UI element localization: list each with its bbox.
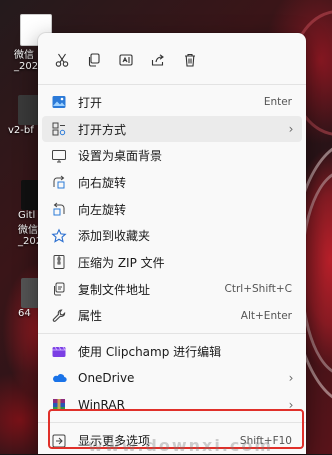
rename-button[interactable]: [110, 44, 142, 76]
menu-item-label: 使用 Clipchamp 进行编辑: [78, 345, 222, 360]
menu-item-label: 属性: [78, 309, 103, 324]
menu-item-label: 打开方式: [78, 122, 127, 137]
menu-item-rotate-left[interactable]: 向左旋转: [42, 196, 302, 223]
open-with-icon: [50, 120, 68, 138]
menu-item-label: 设置为桌面背景: [78, 149, 163, 164]
copy-button[interactable]: [78, 44, 110, 76]
share-icon: [151, 54, 164, 66]
copy-icon: [88, 53, 100, 67]
menu-item-open[interactable]: 打开 Enter: [42, 89, 302, 116]
menu-item-add-to-favorites[interactable]: 添加到收藏夹: [42, 222, 302, 249]
context-menu: 打开 Enter 打开方式 › 设置为桌面背景 向右旋转 向左旋转 添加到收藏夹: [38, 33, 306, 454]
delete-button[interactable]: [174, 44, 206, 76]
menu-item-properties[interactable]: 属性 Alt+Enter: [42, 303, 302, 330]
menu-item-label: 向左旋转: [78, 202, 127, 217]
menu-item-label: 打开: [78, 95, 103, 110]
menu-item-compress-zip[interactable]: 压缩为 ZIP 文件: [42, 249, 302, 276]
menu-item-label: OneDrive: [78, 371, 135, 386]
wrench-icon: [50, 307, 68, 325]
menu-item-label: 压缩为 ZIP 文件: [78, 255, 165, 270]
menu-item-label: 向右旋转: [78, 175, 127, 190]
context-menu-toolbar: [38, 40, 306, 80]
clipchamp-icon: [50, 343, 68, 361]
star-icon: [50, 227, 68, 245]
menu-item-set-desktop-background[interactable]: 设置为桌面背景: [42, 142, 302, 169]
chevron-right-icon: ›: [288, 122, 294, 137]
scissors-icon: [55, 53, 69, 67]
rename-icon: [119, 54, 133, 66]
menu-item-copy-path[interactable]: 复制文件地址 Ctrl+Shift+C: [42, 276, 302, 303]
menu-item-label: 添加到收藏夹: [78, 229, 151, 244]
cut-button[interactable]: [46, 44, 78, 76]
onedrive-icon: [50, 369, 68, 387]
rotate-left-icon: [50, 200, 68, 218]
chevron-right-icon: ›: [288, 371, 294, 386]
share-button[interactable]: [142, 44, 174, 76]
trash-icon: [185, 53, 195, 67]
menu-separator: [38, 84, 306, 85]
menu-item-onedrive[interactable]: OneDrive ›: [42, 365, 302, 392]
menu-item-shortcut: Enter: [263, 96, 292, 109]
menu-item-shortcut: Alt+Enter: [240, 309, 292, 322]
zip-icon: [50, 253, 68, 271]
desktop-background-icon: [50, 147, 68, 165]
menu-item-open-with[interactable]: 打开方式 ›: [42, 115, 302, 143]
watermark: www.downxi.com: [88, 436, 274, 455]
menu-item-clipchamp[interactable]: 使用 Clipchamp 进行编辑: [42, 338, 302, 365]
image-icon: [50, 93, 68, 111]
menu-item-rotate-right[interactable]: 向右旋转: [42, 169, 302, 196]
rotate-right-icon: [50, 173, 68, 191]
menu-item-shortcut: Ctrl+Shift+C: [224, 283, 292, 296]
copy-path-icon: [50, 280, 68, 298]
menu-item-label: 复制文件地址: [78, 282, 151, 297]
menu-separator: [38, 333, 306, 335]
